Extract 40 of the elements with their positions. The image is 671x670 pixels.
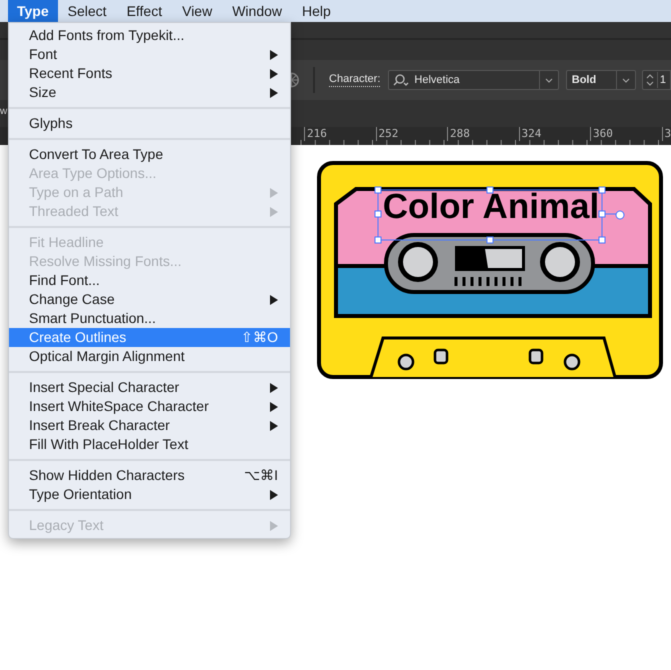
menu-bar-item[interactable]: Effect	[116, 0, 172, 22]
submenu-arrow-icon	[270, 490, 278, 500]
menu-item[interactable]: Smart Punctuation...	[9, 309, 290, 328]
menu-bar-item[interactable]: Select	[58, 0, 117, 22]
panel-label: w	[0, 106, 8, 118]
menu-item[interactable]: Recent Fonts	[9, 64, 290, 83]
menu-bar-item[interactable]: View	[172, 0, 222, 22]
chevron-down-icon[interactable]	[544, 78, 553, 82]
chevron-down-icon[interactable]	[622, 78, 630, 82]
search-icon	[393, 74, 410, 86]
menu-item[interactable]: Show Hidden Characters ⌥⌘I	[9, 466, 290, 485]
menu-item[interactable]: Type Orientation	[9, 485, 290, 504]
menu-item[interactable]: Insert Special Character	[9, 378, 290, 397]
menu-item[interactable]: Glyphs	[9, 114, 290, 133]
ruler-label: 216	[304, 127, 327, 141]
menu-bar-item[interactable]: Type	[8, 0, 58, 22]
menu-item[interactable]: Change Case	[9, 290, 290, 309]
selection-box[interactable]	[374, 186, 624, 244]
character-label[interactable]: Character:	[329, 73, 380, 87]
menu-item[interactable]: Add Fonts from Typekit...	[9, 26, 290, 45]
menu-item[interactable]: Insert WhiteSpace Character	[9, 397, 290, 416]
ruler-label: 288	[447, 127, 470, 141]
menu-bar-item[interactable]: Window	[222, 0, 292, 22]
ruler-label: 360	[590, 127, 613, 141]
menu-item[interactable]: Font	[9, 45, 290, 64]
submenu-arrow-icon	[270, 294, 278, 304]
font-field[interactable]: Helvetica	[388, 70, 559, 90]
menu-item[interactable]: Insert Break Character	[9, 416, 290, 435]
style-field[interactable]: Bold	[566, 70, 636, 90]
submenu-arrow-icon	[270, 520, 278, 530]
ruler-label: 3	[662, 127, 671, 141]
menu-item[interactable]: Find Font...	[9, 271, 290, 290]
menu-item[interactable]: Convert To Area Type	[9, 145, 290, 164]
menu-item[interactable]: Fill With PlaceHolder Text	[9, 435, 290, 454]
ruler-label: 324	[518, 127, 542, 141]
ruler-label: 252	[376, 127, 398, 141]
menu-bar-item[interactable]: Help	[292, 0, 341, 22]
menu-item[interactable]: Size	[9, 83, 290, 102]
menu-item[interactable]: Create Outlines ⇧⌘O	[9, 328, 290, 347]
menu-item[interactable]: Optical Margin Alignment	[9, 347, 290, 366]
